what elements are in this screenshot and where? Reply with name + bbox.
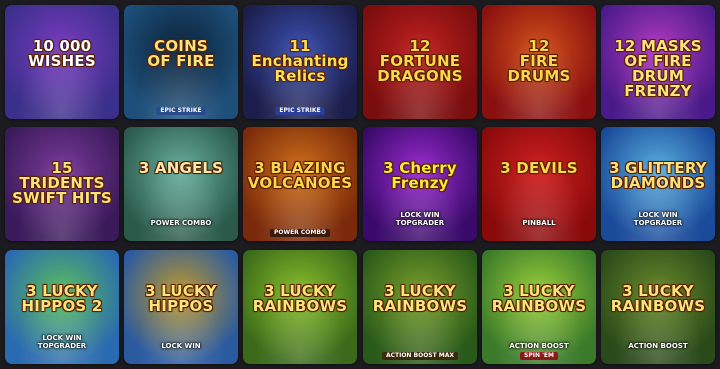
- game-tile[interactable]: 3 LUCKY RAINBOWS ACTION BOOST MAX: [363, 250, 477, 364]
- game-title: 3 BLAZING VOLCANOES: [247, 159, 353, 193]
- game-subtitle: LOCK WIN: [161, 342, 201, 350]
- game-title: 3 LUCKY RAINBOWS: [491, 282, 587, 316]
- game-subtitle: POWER COMBO: [150, 219, 212, 227]
- game-badge: EPIC STRIKE: [275, 107, 325, 115]
- game-tile[interactable]: 3 ANGELS POWER COMBO: [124, 127, 238, 241]
- game-badge: POWER COMBO: [269, 229, 331, 237]
- game-title: 3 Cherry Frenzy: [383, 159, 457, 193]
- game-title: 3 LUCKY RAINBOWS: [372, 282, 468, 316]
- game-subtitle: LOCK WIN TOPGRADER: [37, 334, 87, 350]
- game-title: COINS OF FIRE: [147, 37, 215, 71]
- game-title: 3 LUCKY HIPPOS 2: [21, 282, 103, 316]
- game-tile[interactable]: 3 LUCKY HIPPOS 2 LOCK WIN TOPGRADER: [5, 250, 119, 364]
- game-subtitle: ACTION BOOST: [628, 342, 688, 350]
- game-tile[interactable]: 10 000 WISHES: [5, 5, 119, 119]
- game-badge: EPIC STRIKE: [156, 107, 206, 115]
- game-title: 3 ANGELS: [138, 159, 224, 178]
- game-tile[interactable]: 3 BLAZING VOLCANOES POWER COMBO: [243, 127, 357, 241]
- game-tile[interactable]: 11 Enchanting Relics EPIC STRIKE: [243, 5, 357, 119]
- game-title: 10 000 WISHES: [28, 37, 96, 71]
- game-tile[interactable]: 3 DEVILS PINBALL: [482, 127, 596, 241]
- game-subtitle: LOCK WIN TOPGRADER: [395, 211, 445, 227]
- game-title: 3 LUCKY RAINBOWS: [610, 282, 706, 316]
- game-tile[interactable]: 3 LUCKY RAINBOWS: [243, 250, 357, 364]
- game-title: 3 LUCKY HIPPOS: [145, 282, 217, 316]
- game-title: 12 MASKS OF FIRE DRUM FRENZY: [614, 37, 702, 101]
- game-badge: ACTION BOOST MAX: [381, 352, 459, 360]
- game-badge: SPIN 'EM: [520, 352, 558, 360]
- game-title: 12 FORTUNE DRAGONS: [377, 37, 463, 86]
- game-tile[interactable]: 3 LUCKY RAINBOWS ACTION BOOST: [601, 250, 715, 364]
- game-tile[interactable]: 3 LUCKY RAINBOWS ACTION BOOST SPIN 'EM: [482, 250, 596, 364]
- game-tile[interactable]: 15 TRIDENTS SWIFT HITS: [5, 127, 119, 241]
- game-title: 3 DEVILS: [500, 159, 578, 178]
- game-tile[interactable]: 3 Cherry Frenzy LOCK WIN TOPGRADER: [363, 127, 477, 241]
- game-tile[interactable]: COINS OF FIRE EPIC STRIKE: [124, 5, 238, 119]
- game-title: 15 TRIDENTS SWIFT HITS: [12, 159, 112, 208]
- game-subtitle: LOCK WIN TOPGRADER: [633, 211, 683, 227]
- game-subtitle: PINBALL: [522, 219, 556, 227]
- game-grid: 10 000 WISHES COINS OF FIRE EPIC STRIKE 11 …: [0, 0, 720, 369]
- game-subtitle: ACTION BOOST: [509, 342, 569, 350]
- game-tile[interactable]: 3 LUCKY HIPPOS LOCK WIN: [124, 250, 238, 364]
- game-tile[interactable]: 3 GLITTERY DIAMONDS LOCK WIN TOPGRADER: [601, 127, 715, 241]
- game-title: 12 FIRE DRUMS: [507, 37, 571, 86]
- game-title: 11 Enchanting Relics: [251, 37, 349, 86]
- game-tile[interactable]: 12 FIRE DRUMS: [482, 5, 596, 119]
- game-tile[interactable]: 12 FORTUNE DRAGONS: [363, 5, 477, 119]
- game-title: 3 GLITTERY DIAMONDS: [609, 159, 707, 193]
- game-tile[interactable]: 12 MASKS OF FIRE DRUM FRENZY: [601, 5, 715, 119]
- game-title: 3 LUCKY RAINBOWS: [252, 282, 348, 316]
